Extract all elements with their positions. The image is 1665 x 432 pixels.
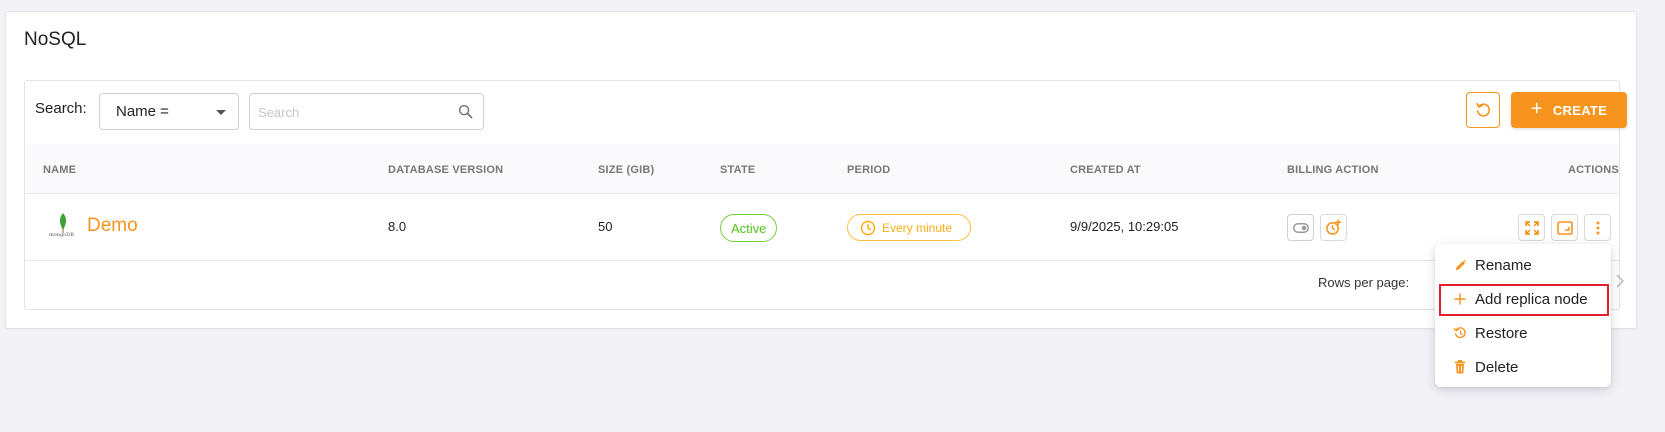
header-name[interactable]: NAME [43,164,76,176]
page-title: NoSQL [24,29,87,50]
header-database-version[interactable]: DATABASE VERSION [388,164,503,176]
search-input[interactable] [258,102,448,122]
fullscreen-icon [1524,220,1539,235]
trash-icon [1453,360,1467,374]
refresh-button[interactable] [1466,92,1500,128]
menu-item-label: Delete [1475,358,1519,376]
console-button[interactable] [1551,214,1578,241]
pencil-icon [1453,258,1467,272]
window-icon [1556,220,1573,235]
create-button[interactable]: + CREATE [1511,92,1627,128]
search-box [249,93,484,130]
menu-item-label: Rename [1475,256,1532,274]
more-vertical-icon [1596,221,1599,234]
databases-panel: Search: Name = + CREATE NAME DATABASE VE… [24,80,1627,310]
mongodb-logo: mongoDB [49,213,77,243]
database-version: 8.0 [388,219,407,234]
menu-item-add-replica-node[interactable]: Add replica node [1435,283,1611,315]
toggle-icon [1292,222,1309,233]
plus-icon: + [1530,98,1543,120]
plus-icon [1453,292,1467,306]
header-actions: ACTIONS [1568,164,1619,176]
header-period[interactable]: PERIOD [847,164,890,176]
expand-button[interactable] [1518,214,1545,241]
menu-item-restore[interactable]: Restore [1435,317,1611,349]
menu-item-rename[interactable]: Rename [1435,249,1611,281]
search-label: Search: [35,100,87,117]
refresh-icon [1476,102,1491,117]
database-size: 50 [598,219,613,234]
caret-down-icon [216,110,226,115]
header-state[interactable]: STATE [720,164,755,176]
search-icon[interactable] [458,104,473,124]
period-label: Every minute [882,220,953,235]
table-row: mongoDB Demo 8.0 50 Active Every minute … [25,195,1619,261]
database-name-link[interactable]: Demo [87,215,138,237]
header-created-at[interactable]: CREATED AT [1070,164,1141,176]
search-filter-select[interactable]: Name = [99,93,239,130]
restore-icon [1453,326,1467,340]
period-badge: Every minute [847,214,971,241]
menu-item-label: Add replica node [1475,290,1588,308]
search-filter-value: Name = [116,103,169,120]
billing-toggle-button[interactable] [1287,214,1314,241]
nosql-card: NoSQL Search: Name = + CREATE NAME DATAB… [5,11,1637,329]
clock-icon [860,220,876,235]
more-actions-button[interactable] [1584,214,1611,241]
create-button-label: CREATE [1552,102,1608,118]
header-size[interactable]: SIZE (GIB) [598,164,654,176]
created-at: 9/9/2025, 10:29:05 [1070,219,1179,234]
row-actions-menu: Rename Add replica node Restore Delete [1435,244,1611,387]
billing-schedule-button[interactable] [1320,214,1347,241]
mongodb-logo-text: mongoDB [49,232,74,238]
menu-item-label: Restore [1475,324,1528,342]
header-billing-action: BILLING ACTION [1287,164,1379,176]
rows-per-page-label: Rows per page: [1318,275,1410,290]
clock-add-icon [1326,219,1342,235]
mongodb-leaf-icon [59,213,67,233]
menu-item-delete[interactable]: Delete [1435,351,1611,383]
next-page-icon[interactable] [1615,274,1625,293]
table-header: NAME DATABASE VERSION SIZE (GIB) STATE P… [25,144,1619,194]
state-badge: Active [720,214,778,242]
